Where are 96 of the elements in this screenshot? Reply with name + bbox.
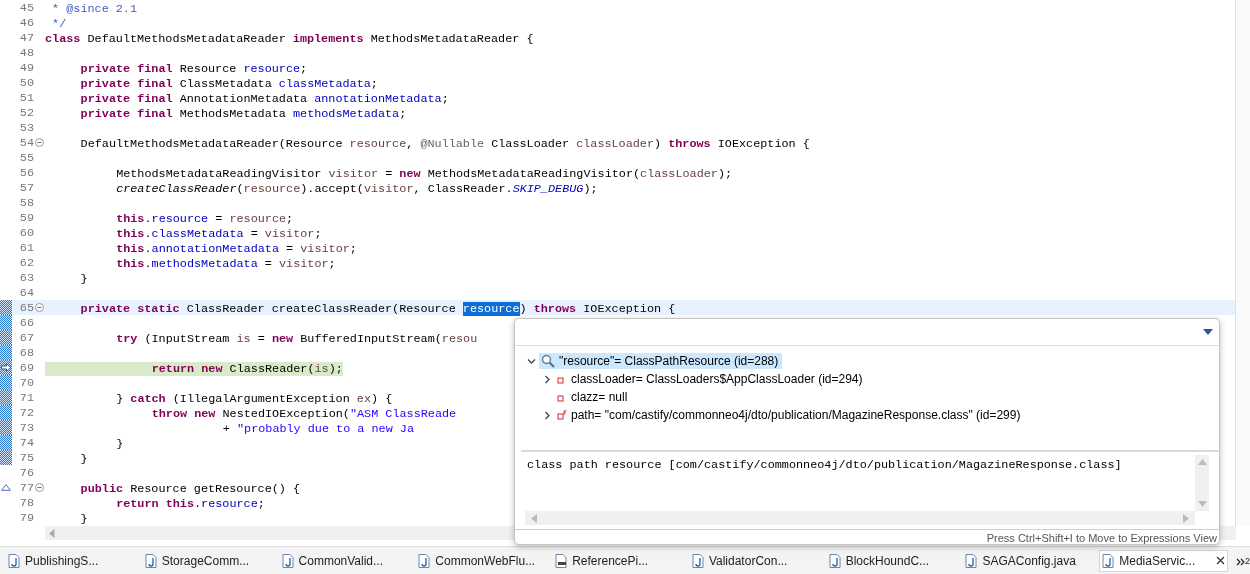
code-line: private final Resource resource; xyxy=(79,62,308,76)
editor-tab[interactable]: StorageComm... xyxy=(141,549,271,572)
code-line: this.resource = resource; xyxy=(115,212,294,226)
file-icon xyxy=(691,553,704,568)
line-number: 76 xyxy=(18,465,34,480)
chevron-down-icon[interactable] xyxy=(526,356,536,366)
code-line: } xyxy=(79,272,88,286)
line-number: 62 xyxy=(18,255,34,270)
code-line: createClassReader(resource).accept(visitor, ClassReader.SKIP_DEBUG); xyxy=(115,182,598,196)
line-number: 47 xyxy=(18,30,34,45)
chevron-right-icon[interactable] xyxy=(542,374,552,384)
line-number: 61 xyxy=(18,240,34,255)
code-line: public Resource getResource() { xyxy=(79,482,301,496)
double-chevron-icon[interactable] xyxy=(1236,557,1246,566)
overflow-count[interactable]: 2 xyxy=(1245,555,1250,566)
line-number: 69 xyxy=(18,360,34,375)
code-line: MethodsMetadataReadingVisitor visitor = new MethodsMetadataReadingVisitor(classLoader); xyxy=(115,167,733,181)
line-number: 55 xyxy=(18,150,34,165)
line-number: 58 xyxy=(18,195,34,210)
variable-tree-item[interactable]: classLoader= ClassLoaders$AppClassLoader (id=294) xyxy=(555,371,867,387)
code-line: } xyxy=(79,452,88,466)
line-number: 51 xyxy=(18,90,34,105)
line-number: 71 xyxy=(18,390,34,405)
line-number: 78 xyxy=(18,495,34,510)
file-icon xyxy=(1102,553,1115,568)
code-line: try (InputStream is = new BufferedInputStream(resou xyxy=(115,332,478,346)
code-line: return this.resource; xyxy=(115,497,265,511)
editor-tab[interactable]: BlockHoundC... xyxy=(825,549,955,572)
code-line: + "probably due to a new Ja xyxy=(221,422,414,436)
final-field-icon xyxy=(557,410,567,420)
line-number: 56 xyxy=(18,165,34,180)
editor-tab[interactable]: ReferencePi... xyxy=(552,549,681,572)
line-number: 59 xyxy=(18,210,34,225)
close-icon[interactable] xyxy=(1216,556,1226,565)
line-number: 68 xyxy=(18,345,34,360)
file-icon xyxy=(828,553,841,568)
file-icon xyxy=(418,553,431,568)
line-number: 77 xyxy=(18,480,34,495)
line-number: 75 xyxy=(18,450,34,465)
collapse-icon[interactable] xyxy=(35,483,44,492)
code-line: this.methodsMetadata = visitor; xyxy=(115,257,336,271)
line-number: 70 xyxy=(18,375,34,390)
line-number: 48 xyxy=(18,45,34,60)
search-icon xyxy=(541,354,555,368)
line-number: 79 xyxy=(18,510,34,525)
detail-text: class path resource [com/castify/commonneo4j/dto/publication/MagazineResponse.class] xyxy=(526,457,1123,474)
dropdown-icon[interactable] xyxy=(1203,329,1213,335)
variable-tree-item[interactable]: path= "com/castify/commonneo4j/dto/publication/MagazineResponse.class" (id=299) xyxy=(555,407,1025,423)
code-line: } xyxy=(115,437,124,451)
variable-tree-item[interactable]: "resource"= ClassPathResource (id=288) xyxy=(539,353,783,369)
editor-tab[interactable]: ValidatorCon... xyxy=(688,549,818,572)
line-number: 49 xyxy=(18,60,34,75)
code-line: * @since 2.1 xyxy=(51,2,138,16)
line-number: 65 xyxy=(18,300,34,315)
code-line: private static ClassReader createClassReader(Resource resource) throws IOException { xyxy=(79,302,676,316)
file-icon xyxy=(144,553,157,568)
line-number: 72 xyxy=(18,405,34,420)
line-number: 63 xyxy=(18,270,34,285)
code-line: private final AnnotationMetadata annotationMetadata; xyxy=(79,92,449,106)
chevron-right-icon[interactable] xyxy=(542,410,552,420)
line-number: 52 xyxy=(18,105,34,120)
editor-tab[interactable]: MediaServic... xyxy=(1099,549,1229,572)
line-number: 53 xyxy=(18,120,34,135)
file-icon xyxy=(555,553,568,568)
editor-tab[interactable]: CommonWebFlu... xyxy=(415,549,545,572)
code-line: } catch (IllegalArgumentException ex) { xyxy=(115,392,393,406)
file-icon xyxy=(281,553,294,568)
code-line: this.annotationMetadata = visitor; xyxy=(115,242,357,256)
code-line: this.classMetadata = visitor; xyxy=(115,227,322,241)
hint-text: Press Ctrl+Shift+I to Move to Expressions View xyxy=(986,532,1217,544)
line-number: 50 xyxy=(18,75,34,90)
variable-tree-item[interactable]: clazz= null xyxy=(555,389,632,405)
line-number: 64 xyxy=(18,285,34,300)
line-number: 45 xyxy=(18,0,34,15)
code-line: private final MethodsMetadata methodsMetadata; xyxy=(79,107,407,121)
editor-tab[interactable]: SAGAConfig.java xyxy=(962,549,1092,572)
line-number: 67 xyxy=(18,330,34,345)
line-number: 46 xyxy=(18,15,34,30)
code-line: */ xyxy=(51,17,67,31)
code-line: private final ClassMetadata classMetadata; xyxy=(79,77,378,91)
code-line: throw new NestedIOException("ASM ClassReade xyxy=(150,407,457,421)
line-number: 66 xyxy=(18,315,34,330)
line-number: 73 xyxy=(18,420,34,435)
editor-tab[interactable]: PublishingS... xyxy=(5,549,134,572)
code-line: } xyxy=(79,512,88,526)
line-number: 57 xyxy=(18,180,34,195)
code-line: class DefaultMethodsMetadataReader implements MethodsMetadataReader { xyxy=(45,32,534,46)
line-number: 74 xyxy=(18,435,34,450)
line-number: 54 xyxy=(18,135,34,150)
collapse-icon[interactable] xyxy=(35,303,44,312)
file-icon xyxy=(965,553,978,568)
collapse-icon[interactable] xyxy=(35,138,44,147)
code-line: DefaultMethodsMetadataReader(Resource resource, @Nullable ClassLoader classLoader) throws IOException { xyxy=(79,137,810,151)
file-icon xyxy=(8,553,20,568)
line-number: 60 xyxy=(18,225,34,240)
editor-tab[interactable]: CommonValid... xyxy=(278,549,408,572)
